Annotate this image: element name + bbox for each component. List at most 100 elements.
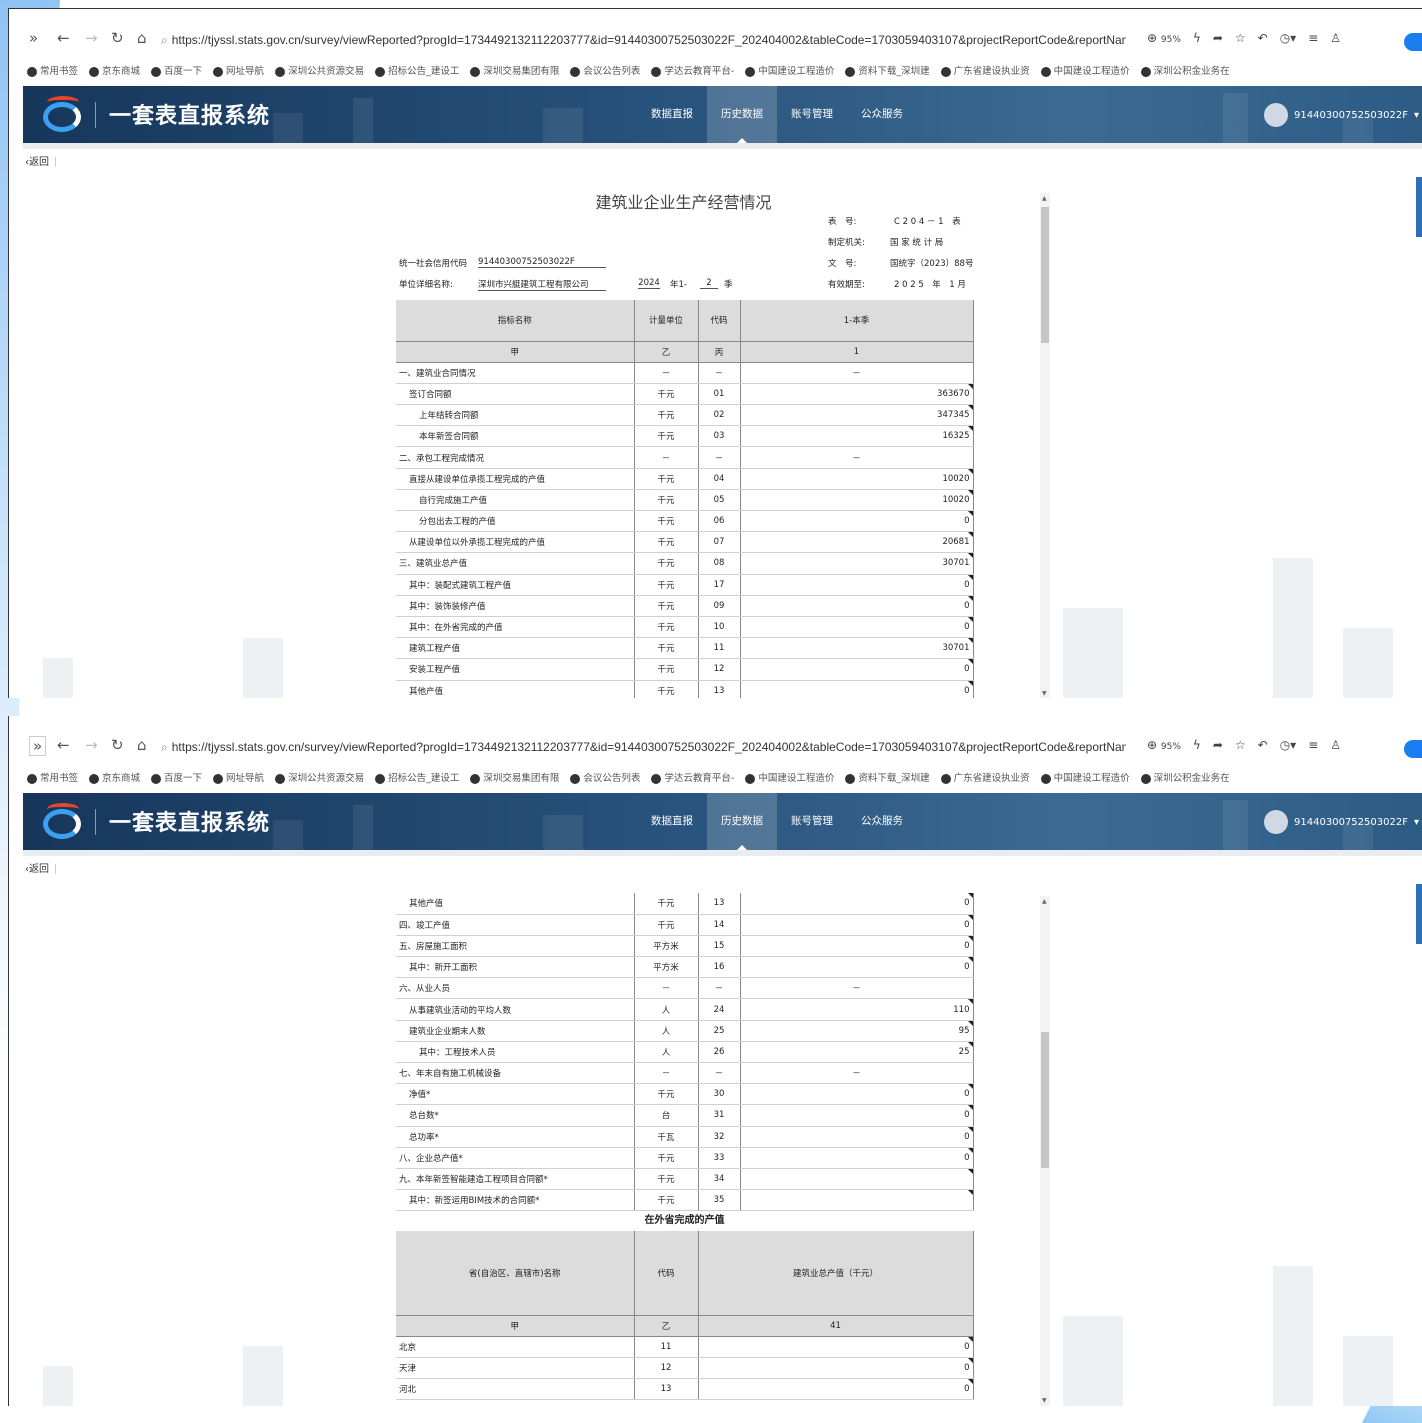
- undo-icon[interactable]: ↶: [1258, 738, 1268, 752]
- undo-icon[interactable]: ↶: [1258, 31, 1268, 45]
- bookmark-item[interactable]: 广东省建设执业资: [954, 773, 1030, 784]
- bookmark-item[interactable]: 京东商城: [102, 66, 140, 77]
- value-input[interactable]: 363670: [739, 383, 974, 406]
- share-icon[interactable]: ➦: [1213, 31, 1223, 45]
- menu-item-data-report[interactable]: 数据直报: [637, 793, 707, 850]
- bookmark-item[interactable]: 中国建设工程造价: [758, 66, 834, 77]
- year-field[interactable]: 2024: [638, 278, 660, 289]
- unit-name-field[interactable]: 深圳市兴艇建筑工程有限公司: [478, 278, 606, 291]
- credit-code-field[interactable]: 91440300752503022F: [478, 257, 606, 268]
- province-value-input[interactable]: 0: [697, 1378, 974, 1401]
- bookmark-item[interactable]: 常用书签: [40, 773, 78, 784]
- side-tab[interactable]: [1416, 884, 1422, 944]
- bookmark-item[interactable]: 招标公告_建设工: [388, 66, 459, 77]
- bookmark-item[interactable]: 中国建设工程造价: [758, 773, 834, 784]
- bookmark-item[interactable]: 网址导航: [226, 66, 264, 77]
- bookmark-item[interactable]: 中国建设工程造价: [1054, 66, 1130, 77]
- menu-item-data-report[interactable]: 数据直报: [637, 86, 707, 143]
- bookmark-item[interactable]: 会议公告列表: [583, 773, 640, 784]
- value-input[interactable]: 0: [739, 956, 974, 979]
- bookmark-item[interactable]: 常用书签: [40, 66, 78, 77]
- value-input[interactable]: 110: [739, 998, 974, 1021]
- back-arrow-icon[interactable]: ←: [57, 736, 70, 754]
- bookmark-item[interactable]: 深圳公积金业务在: [1154, 773, 1230, 784]
- history-icon[interactable]: ◷▾: [1280, 738, 1297, 752]
- bookmark-item[interactable]: 百度一下: [164, 773, 202, 784]
- bookmark-item[interactable]: 会议公告列表: [583, 66, 640, 77]
- scrollbar[interactable]: ▲ ▼: [1040, 193, 1050, 698]
- menu-item-history[interactable]: 历史数据: [707, 86, 777, 143]
- reload-icon[interactable]: ↻: [111, 29, 124, 47]
- bookmark-item[interactable]: 中国建设工程造价: [1054, 773, 1130, 784]
- reload-icon[interactable]: ↻: [111, 736, 124, 754]
- bookmark-item[interactable]: 学达云教育平台-: [664, 773, 734, 784]
- back-link[interactable]: ‹返回: [25, 860, 56, 875]
- bookmark-item[interactable]: 资料下载_深圳建: [858, 66, 929, 77]
- value-input[interactable]: 25: [739, 1041, 974, 1064]
- user-icon[interactable]: ♙: [1330, 31, 1341, 45]
- bookmark-item[interactable]: 资料下载_深圳建: [858, 773, 929, 784]
- bookmark-item[interactable]: 百度一下: [164, 66, 202, 77]
- quarter-field[interactable]: 2: [700, 278, 718, 289]
- home-icon[interactable]: ⌂: [137, 29, 147, 47]
- value-input[interactable]: 0: [739, 574, 974, 596]
- sidebar-toggle-icon[interactable]: »: [29, 29, 38, 47]
- value-input[interactable]: 0: [739, 914, 974, 936]
- bookmark-item[interactable]: 网址导航: [226, 773, 264, 784]
- scrollbar[interactable]: ▲ ▼: [1040, 896, 1050, 1406]
- value-input[interactable]: [739, 1168, 974, 1191]
- forward-arrow-icon[interactable]: →: [85, 736, 98, 754]
- forward-arrow-icon[interactable]: →: [85, 29, 98, 47]
- sidebar-toggle-icon[interactable]: »: [29, 736, 47, 756]
- bolt-icon[interactable]: ϟ: [1193, 31, 1201, 45]
- scrollbar-thumb[interactable]: [1041, 207, 1049, 343]
- menu-icon[interactable]: ≡: [1308, 31, 1318, 45]
- menu-item-public-service[interactable]: 公众服务: [847, 793, 917, 850]
- value-input[interactable]: 0: [739, 893, 974, 915]
- value-input[interactable]: 0: [739, 1126, 974, 1148]
- menu-icon[interactable]: ≡: [1308, 738, 1318, 752]
- value-input[interactable]: 0: [739, 935, 974, 958]
- star-icon[interactable]: ☆: [1235, 31, 1246, 45]
- menu-item-history[interactable]: 历史数据: [707, 793, 777, 850]
- province-value-input[interactable]: 0: [697, 1336, 974, 1358]
- bolt-icon[interactable]: ϟ: [1193, 738, 1201, 752]
- value-input[interactable]: 30701: [739, 552, 974, 575]
- bookmark-item[interactable]: 深圳交易集团有限: [483, 773, 559, 784]
- history-icon[interactable]: ◷▾: [1280, 31, 1297, 45]
- share-icon[interactable]: ➦: [1213, 738, 1223, 752]
- bookmark-item[interactable]: 学达云教育平台-: [664, 66, 734, 77]
- bookmark-item[interactable]: 招标公告_建设工: [388, 773, 459, 784]
- menu-item-account[interactable]: 账号管理: [777, 793, 847, 850]
- value-input[interactable]: 0: [739, 658, 974, 681]
- address-bar[interactable]: ⌕ https://tjyssl.stats.gov.cn/survey/view…: [161, 31, 1126, 51]
- value-input[interactable]: 30701: [739, 637, 974, 660]
- menu-item-account[interactable]: 账号管理: [777, 86, 847, 143]
- value-input[interactable]: 0: [739, 510, 974, 533]
- value-input[interactable]: 0: [739, 1104, 974, 1127]
- value-input[interactable]: 20681: [739, 531, 974, 554]
- side-tab[interactable]: [1416, 177, 1422, 237]
- value-input[interactable]: 347345: [739, 404, 974, 427]
- value-input[interactable]: [739, 1189, 974, 1212]
- bookmark-item[interactable]: 深圳公共资源交易: [288, 66, 364, 77]
- value-input[interactable]: 95: [739, 1020, 974, 1042]
- user-menu[interactable]: 91440300752503022F ▾: [1264, 809, 1419, 835]
- user-menu[interactable]: 91440300752503022F ▾: [1264, 102, 1419, 128]
- zoom-icon[interactable]: ⊕ 95%: [1147, 31, 1181, 45]
- province-value-input[interactable]: 0: [697, 1357, 974, 1380]
- value-input[interactable]: 0: [739, 595, 974, 617]
- value-input[interactable]: 0: [739, 1083, 974, 1106]
- bookmark-item[interactable]: 深圳交易集团有限: [483, 66, 559, 77]
- menu-item-public-service[interactable]: 公众服务: [847, 86, 917, 143]
- value-input[interactable]: 0: [739, 1147, 974, 1169]
- value-input[interactable]: 16325: [739, 425, 974, 448]
- cloud-button[interactable]: [1404, 740, 1422, 758]
- value-input[interactable]: 0: [739, 680, 974, 698]
- bookmark-item[interactable]: 广东省建设执业资: [954, 66, 1030, 77]
- back-arrow-icon[interactable]: ←: [57, 29, 70, 47]
- star-icon[interactable]: ☆: [1235, 738, 1246, 752]
- scrollbar-thumb[interactable]: [1041, 1032, 1049, 1168]
- value-input[interactable]: 0: [739, 616, 974, 639]
- zoom-icon[interactable]: ⊕ 95%: [1147, 738, 1181, 752]
